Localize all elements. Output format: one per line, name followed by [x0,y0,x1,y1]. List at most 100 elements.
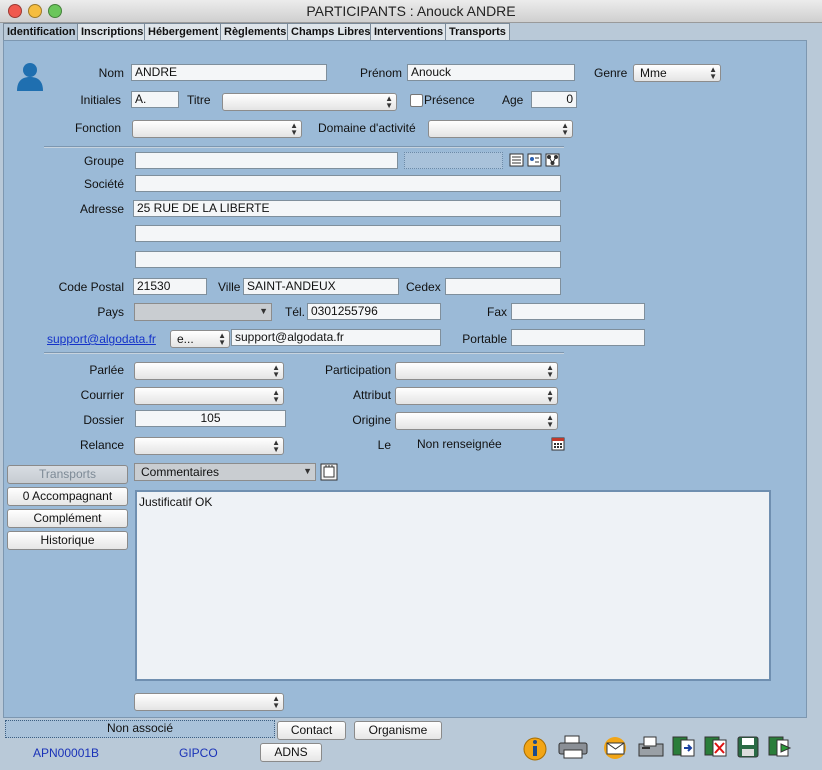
email-type-value: e... [177,332,194,346]
le-value: Non renseignée [417,437,502,451]
info-icon[interactable] [522,734,548,762]
tab-hebergement[interactable]: Hébergement [144,23,223,40]
titre-label: Titre [187,93,211,107]
organization-name: GIPCO [179,746,218,760]
domaine-select[interactable]: ▲ ▼ [428,120,573,138]
updown-icon: ▲ ▼ [272,694,280,710]
complement-button[interactable]: Complément [7,509,128,528]
parlee-select[interactable]: ▲ ▼ [134,362,284,380]
email-link[interactable]: support@algodata.fr [47,332,156,346]
tab-interventions[interactable]: Interventions [370,23,448,40]
fonction-select[interactable]: ▲ ▼ [132,120,302,138]
notes-edit-icon[interactable] [320,463,338,481]
prenom-label: Prénom [359,66,402,80]
pays-combo[interactable]: ▼ [134,303,272,321]
updown-icon: ▲ ▼ [709,65,717,81]
tab-champs-libres[interactable]: Champs Libres [287,23,375,40]
list-icon[interactable] [509,153,524,167]
relance-select[interactable]: ▲ ▼ [134,437,284,455]
export-icon[interactable] [670,734,698,760]
ville-field[interactable]: SAINT-ANDEUX [243,278,399,295]
le-label: Le [377,438,391,452]
organisme-button[interactable]: Organisme [354,721,442,740]
accompagnant-button[interactable]: 0 Accompagnant [7,487,128,506]
printer-icon[interactable] [557,734,589,760]
origine-label: Origine [352,413,391,427]
participation-select[interactable]: ▲ ▼ [395,362,558,380]
dossier-field[interactable]: 105 [135,410,286,427]
notes-textarea[interactable]: Justificatif OK [135,490,771,681]
updown-icon: ▲ ▼ [546,413,554,429]
groupe-field[interactable] [135,152,398,169]
genre-value: Mme [640,66,667,80]
genre-label: Genre [594,66,628,80]
adresse-line2-field[interactable] [135,225,561,242]
presence-checkbox[interactable] [410,94,423,107]
initiales-label: Initiales [80,93,121,107]
divider [44,352,564,354]
updown-icon: ▲ ▼ [546,388,554,404]
tel-label: Tél. [285,305,306,319]
adns-button[interactable]: ADNS [260,743,322,762]
updown-icon: ▲ ▼ [385,94,393,110]
chevron-down-icon: ▼ [259,306,268,316]
mail-icon[interactable] [601,736,631,760]
tab-identification[interactable]: Identification [3,23,80,41]
title-bar: PARTICIPANTS : Anouck ANDRE [0,0,822,23]
groupe-label: Groupe [83,154,124,168]
courrier-select[interactable]: ▲ ▼ [134,387,284,405]
tab-transports[interactable]: Transports [445,23,510,40]
code-postal-label: Code Postal [58,280,124,294]
courrier-label: Courrier [80,388,124,402]
nom-field[interactable]: ANDRE [131,64,327,81]
card-icon[interactable] [527,153,542,167]
updown-icon: ▲ ▼ [561,121,569,137]
groupe-code-field[interactable] [404,152,503,169]
divider [44,146,564,148]
fax-label: Fax [486,305,507,319]
transports-button[interactable]: Transports [7,465,128,484]
adresse-line1-field[interactable]: 25 RUE DE LA LIBERTE [133,200,561,217]
presence-label: Présence [424,93,475,107]
bottom-select[interactable]: ▲ ▼ [134,693,284,711]
historique-button[interactable]: Historique [7,531,128,550]
network-icon[interactable] [545,153,560,167]
contact-button[interactable]: Contact [277,721,346,740]
window-title: PARTICIPANTS : Anouck ANDRE [306,3,516,19]
email-field[interactable]: support@algodata.fr [231,329,441,346]
save-icon[interactable] [734,734,762,760]
participation-label: Participation [324,363,391,377]
fax-field[interactable] [511,303,645,320]
societe-label: Société [83,177,124,191]
tab-inscriptions[interactable]: Inscriptions [77,23,148,40]
next-icon[interactable] [766,734,794,760]
code-postal-field[interactable]: 21530 [133,278,207,295]
societe-field[interactable] [135,175,561,192]
domaine-label: Domaine d'activité [318,121,416,135]
portable-label: Portable [462,332,507,346]
age-field[interactable]: 0 [531,91,577,108]
portable-field[interactable] [511,329,645,346]
updown-icon: ▲ ▼ [218,331,226,347]
prenom-field[interactable]: Anouck [407,64,575,81]
tab-reglements[interactable]: Règlements [220,23,291,40]
email-type-select[interactable]: e... ▲ ▼ [170,330,230,348]
updown-icon: ▲ ▼ [272,438,280,454]
adresse-line3-field[interactable] [135,251,561,268]
initiales-field[interactable]: A. [131,91,179,108]
origine-select[interactable]: ▲ ▼ [395,412,558,430]
calendar-icon[interactable] [551,437,565,451]
parlee-label: Parlée [89,363,124,377]
participants-window: PARTICIPANTS : Anouck ANDRE Identificati… [0,0,822,770]
delete-icon[interactable] [702,734,730,760]
chevron-down-icon: ▼ [303,466,312,476]
titre-select[interactable]: ▲ ▼ [222,93,397,111]
genre-select[interactable]: Mme ▲ ▼ [633,64,721,82]
relance-label: Relance [79,438,124,452]
notes-type-combo[interactable]: Commentaires ▼ [134,463,316,481]
cedex-field[interactable] [445,278,561,295]
attribut-select[interactable]: ▲ ▼ [395,387,558,405]
updown-icon: ▲ ▼ [272,363,280,379]
tel-field[interactable]: 0301255796 [307,303,441,320]
fax-icon[interactable] [636,734,666,760]
